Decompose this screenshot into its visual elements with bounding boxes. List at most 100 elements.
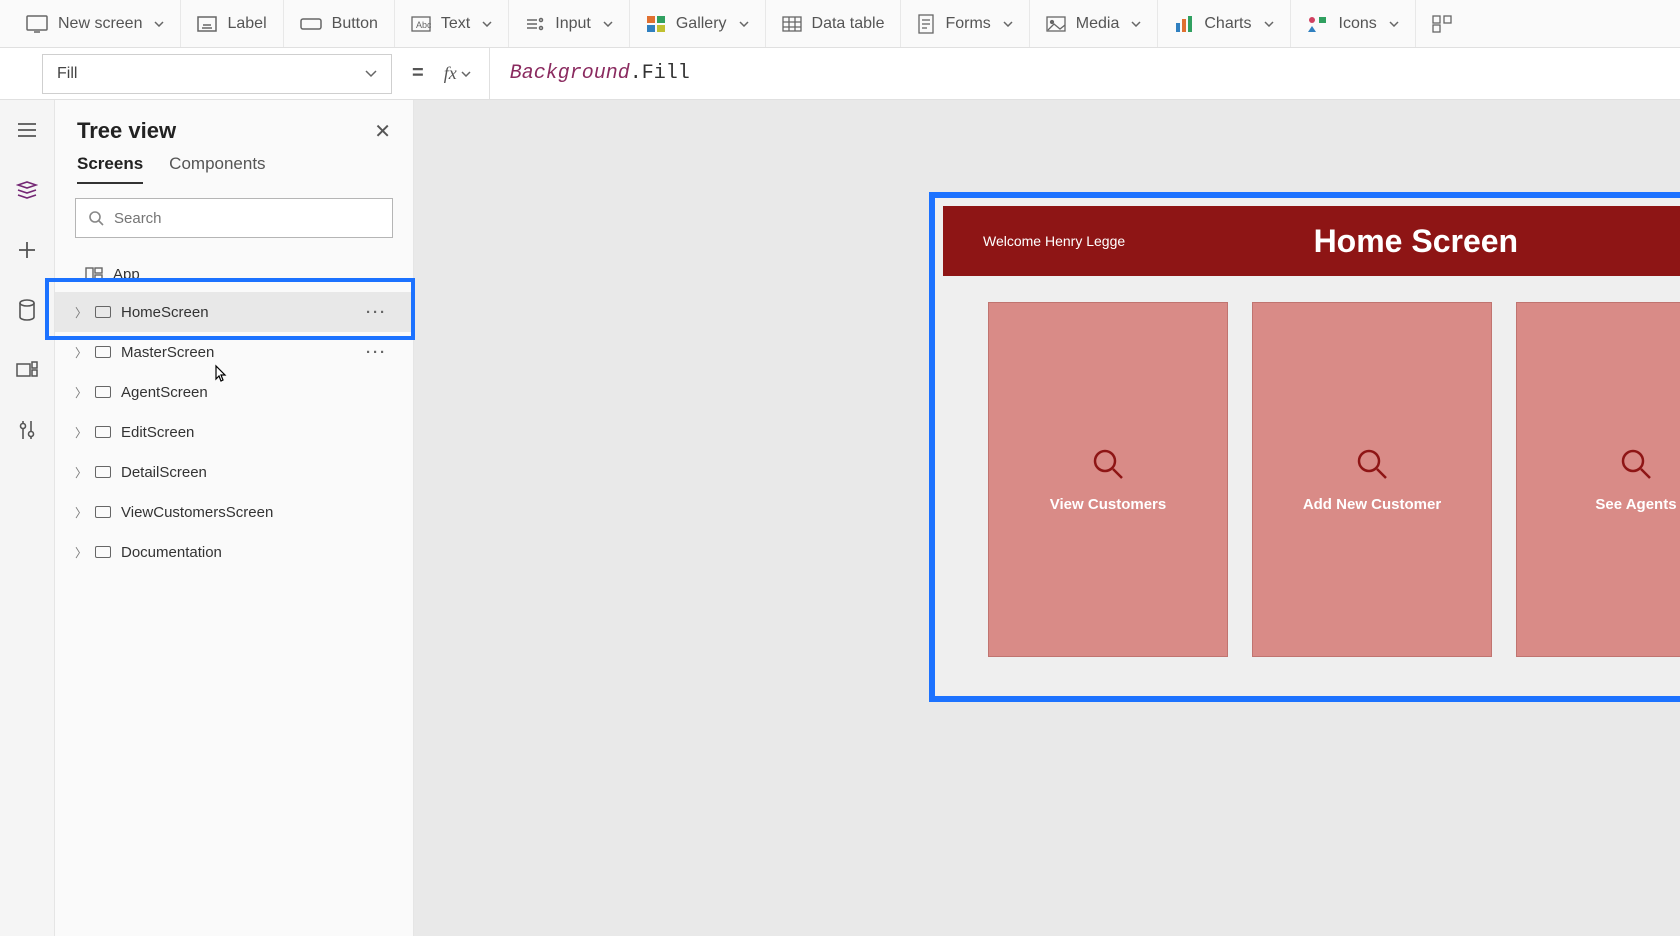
gallery-icon (646, 15, 666, 33)
media-label: Media (1076, 15, 1120, 33)
magnify-icon (1618, 446, 1654, 482)
label-label: Label (227, 15, 266, 33)
formula-input[interactable]: Background.Fill (510, 48, 1660, 99)
rail-media[interactable] (11, 354, 43, 386)
formula-prop: .Fill (630, 62, 690, 85)
tree-title: Tree view (77, 118, 176, 144)
magnify-icon (1354, 446, 1390, 482)
data-table-button[interactable]: Data table (766, 0, 902, 47)
svg-text:Abc: Abc (416, 20, 431, 30)
card-view-customers[interactable]: View Customers (988, 302, 1228, 657)
button-label: Button (332, 15, 378, 33)
welcome-text: Welcome Henry Legge (983, 233, 1125, 249)
close-panel-button[interactable]: ✕ (374, 119, 391, 144)
tree-item-editscreen[interactable]: 〉 EditScreen (55, 412, 413, 452)
tab-components[interactable]: Components (169, 154, 265, 184)
chevron-down-icon (1003, 21, 1013, 27)
text-icon: Abc (411, 16, 431, 32)
chevron-down-icon (154, 21, 164, 27)
card-row: View Customers Add New Customer See Agen… (943, 292, 1680, 688)
forms-label: Forms (945, 15, 990, 33)
formula-bar: Fill = fx Background.Fill (0, 48, 1680, 100)
tab-screens[interactable]: Screens (77, 154, 143, 184)
input-button[interactable]: Input (509, 0, 630, 47)
property-select[interactable]: Fill (42, 54, 392, 94)
fx-button[interactable]: fx (444, 48, 490, 99)
button-icon (300, 16, 322, 32)
tree-item-viewcustomersscreen[interactable]: 〉ViewCustomersScreen (55, 492, 413, 532)
tree-view-panel: Tree view ✕ Screens Components App 〉 Home… (55, 100, 414, 936)
screen-icon (95, 346, 111, 358)
screen-icon (26, 15, 48, 33)
canvas[interactable]: Welcome Henry Legge Home Screen 7/1/2020… (414, 100, 1680, 936)
chevron-down-icon (461, 71, 471, 77)
chevron-right-icon: 〉 (75, 424, 85, 441)
chevron-down-icon (1131, 21, 1141, 27)
tree-item-label: HomeScreen (121, 304, 209, 321)
chevron-right-icon: 〉 (75, 504, 85, 521)
card-see-agents[interactable]: See Agents (1516, 302, 1680, 657)
formula-identifier: Background (510, 62, 630, 85)
grid-button[interactable] (1416, 0, 1468, 47)
search-box[interactable] (75, 198, 393, 238)
grid-icon (1432, 15, 1452, 33)
forms-button[interactable]: Forms (901, 0, 1029, 47)
tree-item-agentscreen[interactable]: 〉AgentScreen (55, 372, 413, 412)
card-add-customer[interactable]: Add New Customer (1252, 302, 1492, 657)
tree-list: App 〉 HomeScreen ··· 〉 MasterScreen ··· 〉Agent… (55, 252, 413, 936)
tree-app-node[interactable]: App (55, 256, 413, 292)
screen-icon (95, 546, 111, 558)
chevron-right-icon: 〉 (75, 544, 85, 561)
tree-item-label: Documentation (121, 544, 222, 561)
rail-add[interactable] (11, 234, 43, 266)
forms-icon (917, 14, 935, 34)
icons-button[interactable]: Icons (1291, 0, 1416, 47)
table-icon (782, 16, 802, 32)
screen-icon (95, 426, 111, 438)
more-button[interactable]: ··· (366, 344, 387, 361)
tree-item-label: EditScreen (121, 424, 194, 441)
screen-selection[interactable]: Welcome Henry Legge Home Screen 7/1/2020… (929, 192, 1680, 702)
text-label: Text (441, 15, 470, 33)
media-button[interactable]: Media (1030, 0, 1159, 47)
chevron-down-icon (1264, 21, 1274, 27)
search-input[interactable] (114, 210, 380, 227)
charts-button[interactable]: Charts (1158, 0, 1290, 47)
app-header: Welcome Henry Legge Home Screen 7/1/2020 (943, 206, 1680, 276)
tree-tabs: Screens Components (55, 154, 413, 184)
new-screen-label: New screen (58, 15, 142, 33)
ribbon: New screen Label Button Abc Text Input G… (0, 0, 1680, 48)
rail-tree-view[interactable] (11, 174, 43, 206)
chevron-right-icon: 〉 (75, 384, 85, 401)
tree-item-documentation[interactable]: 〉 Documentation (55, 532, 413, 572)
equals-sign: = (412, 62, 424, 85)
gallery-button[interactable]: Gallery (630, 0, 766, 47)
magnify-icon (1090, 446, 1126, 482)
card-label: View Customers (1050, 496, 1166, 513)
screen-icon (95, 506, 111, 518)
more-button[interactable]: ··· (366, 304, 387, 321)
icons-icon (1307, 15, 1329, 33)
chevron-right-icon: 〉 (75, 304, 85, 321)
screen-icon (95, 306, 111, 318)
tree-app-label: App (113, 266, 140, 283)
search-icon (88, 210, 104, 226)
chevron-down-icon (739, 21, 749, 27)
tree-item-label: MasterScreen (121, 344, 214, 361)
tree-item-label: DetailScreen (121, 464, 207, 481)
tree-item-homescreen[interactable]: 〉 HomeScreen ··· (55, 292, 413, 332)
rail-data[interactable] (11, 294, 43, 326)
chevron-down-icon (365, 70, 377, 78)
rail-hamburger[interactable] (11, 114, 43, 146)
text-button[interactable]: Abc Text (395, 0, 509, 47)
button-button[interactable]: Button (284, 0, 395, 47)
screen-icon (95, 386, 111, 398)
new-screen-button[interactable]: New screen (10, 0, 181, 47)
main-area: Tree view ✕ Screens Components App 〉 Home… (0, 100, 1680, 936)
tree-item-detailscreen[interactable]: 〉 DetailScreen (55, 452, 413, 492)
tree-item-masterscreen[interactable]: 〉MasterScreen··· (55, 332, 413, 372)
home-screen-stage: Welcome Henry Legge Home Screen 7/1/2020… (935, 198, 1680, 696)
chevron-right-icon: 〉 (75, 464, 85, 481)
label-button[interactable]: Label (181, 0, 283, 47)
rail-tools[interactable] (11, 414, 43, 446)
